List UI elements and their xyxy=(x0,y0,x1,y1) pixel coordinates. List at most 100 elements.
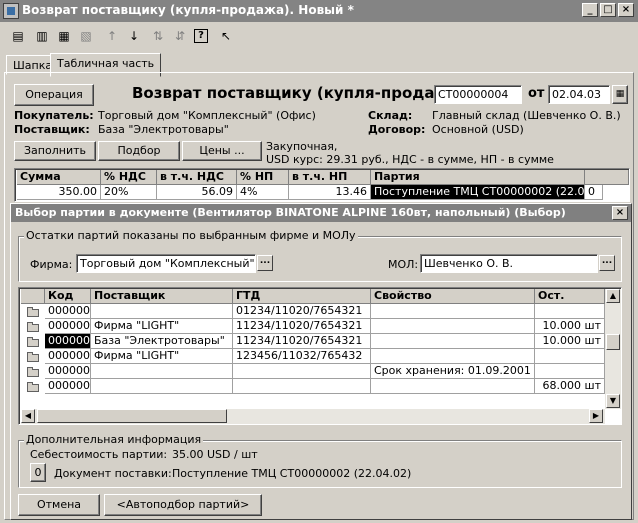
table-cell[interactable]: 13.46 xyxy=(289,185,371,200)
new-doc-icon[interactable]: ▤ xyxy=(8,27,28,45)
scroll-left-icon[interactable]: ◀ xyxy=(21,409,35,423)
sort-asc-icon[interactable]: ⇅ xyxy=(148,27,168,45)
move-up-icon[interactable]: ↑ xyxy=(102,27,122,45)
table-cell[interactable]: 20% xyxy=(101,185,157,200)
maximize-button[interactable]: □ xyxy=(600,3,616,17)
buyer-label: Покупатель: xyxy=(14,109,94,122)
table-cell[interactable]: 0000000 xyxy=(45,319,91,334)
scroll-up-icon[interactable]: ▲ xyxy=(606,289,620,303)
column-header[interactable]: Партия xyxy=(371,170,585,185)
autoselect-button[interactable]: <Автоподбор партий> xyxy=(104,494,262,516)
folder-icon xyxy=(26,322,40,332)
delivery-doc-label: Документ поставки: xyxy=(54,467,172,480)
whats-this-icon[interactable]: ↖ xyxy=(216,27,236,45)
mol-field[interactable]: Шевченко О. В. xyxy=(420,254,598,273)
table-cell[interactable]: 10.000 шт xyxy=(535,334,605,349)
delete-icon[interactable]: ▧ xyxy=(76,27,96,45)
table-cell[interactable]: Фирма "LIGHT" xyxy=(91,349,233,364)
fill-button[interactable]: Заполнить xyxy=(14,141,96,161)
table-cell[interactable]: 123456/11032/765432 xyxy=(233,349,371,364)
folder-icon xyxy=(26,307,40,317)
batch-grid[interactable]: Код Поставщик ГТД Свойство Ост. 000000 0 … xyxy=(18,287,622,425)
table-cell-selected[interactable]: 0000000 xyxy=(45,334,91,349)
table-cell[interactable] xyxy=(371,349,535,364)
move-down-icon[interactable]: ↓ xyxy=(124,27,144,45)
doc-number-field[interactable]: СТ00000004 xyxy=(434,85,522,104)
firm-field[interactable]: Торговый дом "Комплексный" (О xyxy=(76,254,256,273)
folder-icon xyxy=(26,337,40,347)
table-cell[interactable]: База "Электротовары" xyxy=(91,334,233,349)
window-title-bar[interactable]: Возврат поставщику (купля-продажа). Новы… xyxy=(0,0,638,22)
prices-button[interactable]: Цены ... xyxy=(182,141,262,161)
delivery-doc-button[interactable]: 0 xyxy=(30,463,46,482)
table-cell-selected[interactable]: Поступление ТМЦ СТ00000002 (22.04.02) xyxy=(371,185,585,200)
table-cell[interactable]: 56.09 xyxy=(157,185,237,200)
mol-select-button[interactable]: ... xyxy=(599,255,615,271)
table-cell[interactable] xyxy=(233,364,371,379)
table-cell[interactable]: 0000000 xyxy=(45,349,91,364)
table-cell[interactable]: 10.000 шт xyxy=(535,319,605,334)
firm-select-button[interactable]: ... xyxy=(257,255,273,271)
table-cell[interactable] xyxy=(233,379,371,394)
table-cell[interactable] xyxy=(91,379,233,394)
table-cell[interactable] xyxy=(371,319,535,334)
copy-doc-icon[interactable]: ▥ xyxy=(32,27,52,45)
warehouse-value[interactable]: Главный склад (Шевченко О. В.) xyxy=(432,109,621,122)
document-table[interactable]: Сумма % НДС в т.ч. НДС % НП в т.ч. НП Па… xyxy=(14,168,630,202)
contract-value[interactable]: Основной (USD) xyxy=(432,123,524,136)
table-cell[interactable]: 4% xyxy=(237,185,289,200)
table-cell[interactable]: 0000000 xyxy=(45,304,91,319)
scroll-right-icon[interactable]: ▶ xyxy=(589,409,603,423)
scroll-down-icon[interactable]: ▼ xyxy=(606,394,620,408)
column-header[interactable]: ГТД xyxy=(233,289,371,304)
table-cell[interactable] xyxy=(535,304,605,319)
table-cell[interactable] xyxy=(535,349,605,364)
vertical-scrollbar[interactable]: ▲ ▼ xyxy=(605,289,621,409)
calendar-icon[interactable]: ▦ xyxy=(612,85,628,104)
table-cell[interactable] xyxy=(535,364,605,379)
edit-icon[interactable]: ▦ xyxy=(54,27,74,45)
dialog-title: Выбор партии в документе (Вентилятор BIN… xyxy=(15,206,566,219)
select-button[interactable]: Подбор xyxy=(98,141,180,161)
scroll-thumb[interactable] xyxy=(37,409,227,423)
table-cell[interactable]: 350.00 xyxy=(17,185,101,200)
close-button[interactable]: × xyxy=(618,3,634,17)
column-header[interactable]: % НДС xyxy=(101,170,157,185)
column-header[interactable]: Ост. xyxy=(535,289,605,304)
table-cell[interactable]: 68.000 шт xyxy=(535,379,605,394)
dialog-title-bar[interactable]: Выбор партии в документе (Вентилятор BIN… xyxy=(11,204,631,222)
table-cell[interactable] xyxy=(371,379,535,394)
column-header[interactable]: Сумма xyxy=(17,170,101,185)
help-icon[interactable]: ? xyxy=(194,29,208,43)
table-cell[interactable]: 0000000 xyxy=(45,364,91,379)
filter-group-caption: Остатки партий показаны по выбранным фир… xyxy=(24,229,358,242)
table-cell[interactable]: 11234/11020/7654321 xyxy=(233,319,371,334)
table-cell[interactable] xyxy=(371,334,535,349)
table-cell[interactable] xyxy=(371,304,535,319)
table-cell[interactable] xyxy=(91,304,233,319)
column-header[interactable]: в т.ч. НДС xyxy=(157,170,237,185)
column-header[interactable]: % НП xyxy=(237,170,289,185)
date-field[interactable]: 02.04.03 xyxy=(548,85,610,104)
horizontal-scrollbar[interactable]: ◀ ▶ xyxy=(21,409,605,424)
table-cell[interactable]: 11234/11020/7654321 xyxy=(233,334,371,349)
table-cell[interactable]: 0000000 xyxy=(45,379,91,394)
operation-button[interactable]: Операция xyxy=(14,84,94,106)
table-cell[interactable]: 0 xyxy=(585,185,603,200)
cancel-button[interactable]: Отмена xyxy=(18,494,100,516)
column-header[interactable]: Поставщик xyxy=(91,289,233,304)
table-cell[interactable]: Фирма "LIGHT" xyxy=(91,319,233,334)
table-cell[interactable]: 01234/11020/7654321 xyxy=(233,304,371,319)
buyer-value[interactable]: Торговый дом "Комплексный" (Офис) xyxy=(98,109,316,122)
table-cell[interactable] xyxy=(91,364,233,379)
table-cell[interactable]: Срок хранения: 01.09.2001 xyxy=(371,364,535,379)
supplier-value[interactable]: База "Электротовары" xyxy=(98,123,229,136)
dialog-close-button[interactable]: × xyxy=(612,206,628,220)
column-header[interactable]: Свойство xyxy=(371,289,535,304)
sort-desc-icon[interactable]: ⇵ xyxy=(170,27,190,45)
column-header[interactable]: в т.ч. НП xyxy=(289,170,371,185)
minimize-button[interactable]: _ xyxy=(582,3,598,17)
column-header[interactable]: Код xyxy=(45,289,91,304)
scroll-thumb[interactable] xyxy=(606,334,620,350)
folder-icon xyxy=(26,352,40,362)
